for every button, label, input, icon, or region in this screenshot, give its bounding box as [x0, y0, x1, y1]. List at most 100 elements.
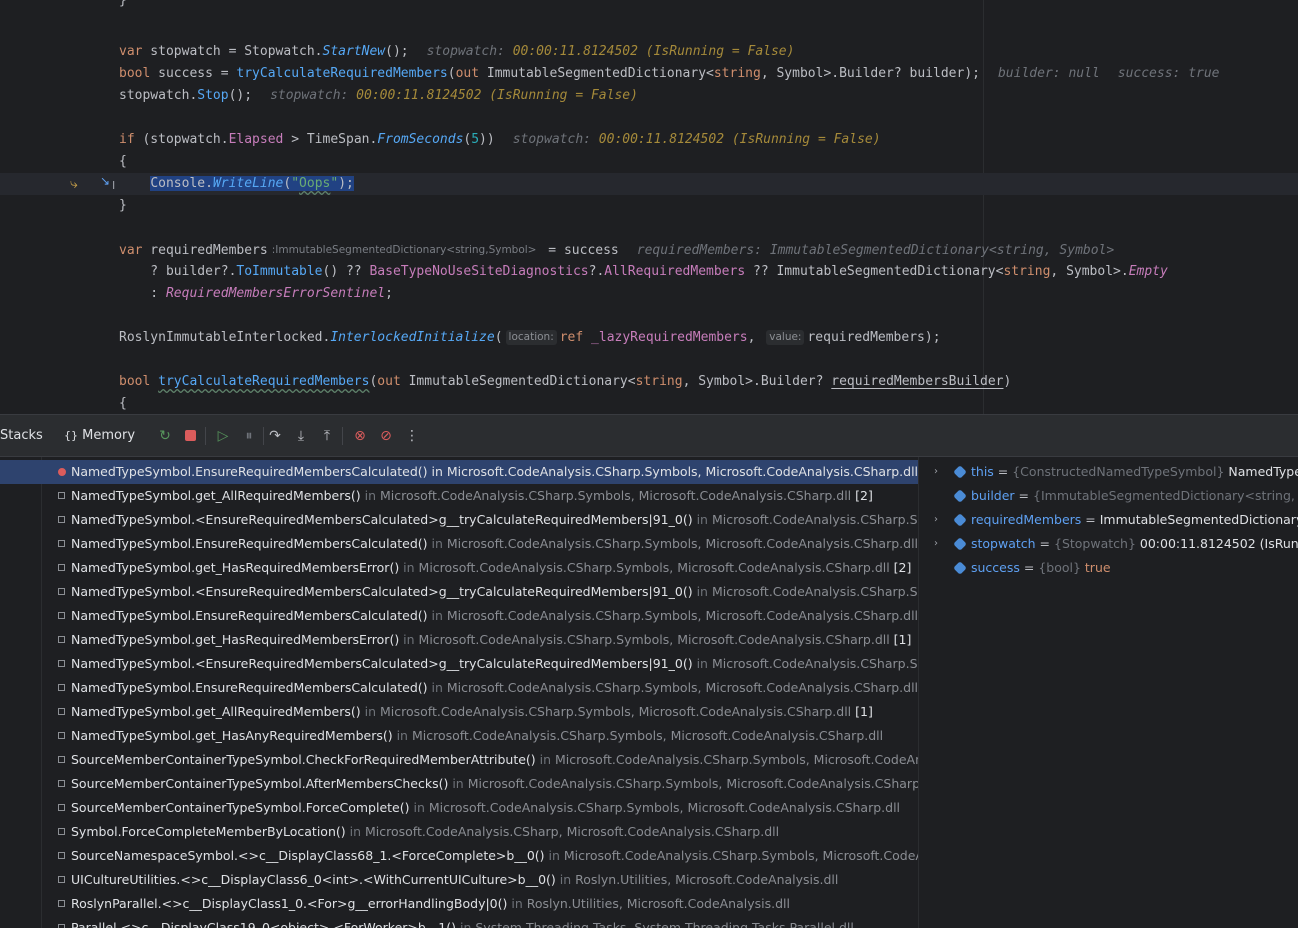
- stack-frame-row[interactable]: SourceMemberContainerTypeSymbol.CheckFor…: [42, 748, 918, 772]
- code-line[interactable]: bool success = tryCalculateRequiredMembe…: [119, 63, 1220, 85]
- stack-frame-row[interactable]: RoslynParallel.<>c__DisplayClass1_0.<For…: [42, 892, 918, 916]
- code-line[interactable]: }: [119, 195, 127, 217]
- frame-count: [1]: [889, 632, 912, 647]
- code-token: out: [455, 66, 480, 81]
- variable-text: this = {ConstructedNamedTypeSymbol} Name…: [971, 460, 1298, 484]
- frame-mod: System.Threading.Tasks, System.Threading…: [475, 920, 854, 928]
- code-line[interactable]: if (stopwatch.Elapsed > TimeSpan.FromSec…: [119, 129, 881, 151]
- stack-frame-row[interactable]: Symbol.ForceCompleteMemberByLocation() i…: [42, 820, 918, 844]
- code-token: Empty: [1128, 264, 1168, 279]
- code-line[interactable]: stopwatch.Stop(); stopwatch: 00:00:11.812…: [119, 85, 638, 107]
- code-token: (stopwatch.: [134, 132, 229, 147]
- chevron-right-icon[interactable]: ›: [934, 508, 938, 532]
- frame-icon: [58, 756, 65, 763]
- variable-type: {ImmutableSegmentedDictionary<string, Sy…: [1033, 488, 1298, 503]
- code-token: null: [1068, 66, 1100, 81]
- stack-frame-row[interactable]: NamedTypeSymbol.EnsureRequiredMembersCal…: [42, 676, 918, 700]
- code-token: ,: [747, 330, 764, 345]
- frame-icon: [58, 780, 65, 787]
- step-over-icon[interactable]: ↷: [265, 426, 285, 446]
- code-line[interactable]: {: [119, 393, 127, 414]
- stop-icon: [184, 430, 196, 441]
- chevron-right-icon[interactable]: ›: [934, 532, 938, 556]
- stack-frame-row[interactable]: Parallel.<>c__DisplayClass19_0<object>.<…: [42, 916, 918, 928]
- stack-frame-row[interactable]: SourceNamespaceSymbol.<>c__DisplayClass6…: [42, 844, 918, 868]
- variable-value: true: [1080, 560, 1111, 575]
- stack-frame-row[interactable]: SourceMemberContainerTypeSymbol.ForceCom…: [42, 796, 918, 820]
- code-token: 00:00:11.8124502 (IsRunning = False): [598, 132, 881, 147]
- code-token: requiredMembersBuilder: [831, 374, 1004, 389]
- stack-frame-row[interactable]: SourceMemberContainerTypeSymbol.AfterMem…: [42, 772, 918, 796]
- code-line[interactable]: var stopwatch = Stopwatch.StartNew(); sto…: [119, 41, 794, 63]
- pause-icon[interactable]: ⏸: [239, 426, 259, 446]
- frame-count: [2]: [851, 488, 873, 503]
- code-line[interactable]: RoslynImmutableInterlocked.InterlockedIn…: [119, 327, 941, 349]
- code-line[interactable]: }: [119, 0, 127, 12]
- frame-text: SourceMemberContainerTypeSymbol.CheckFor…: [71, 748, 918, 772]
- code-line[interactable]: bool tryCalculateRequiredMembers(out Imm…: [119, 371, 1011, 393]
- step-out-icon[interactable]: ⤒: [317, 426, 337, 446]
- frame-text: SourceMemberContainerTypeSymbol.ForceCom…: [71, 796, 900, 820]
- debugger-toolbar: Stacks {} Memory ↻ ▷ ⏸ ↷ ⤓ ⤒ ⊗ ⊘ ⋮: [0, 414, 1298, 457]
- stack-frame-row[interactable]: NamedTypeSymbol.get_HasAnyRequiredMember…: [42, 724, 918, 748]
- variable-row[interactable]: › stopwatch = {Stopwatch} 00:00:11.812450…: [919, 532, 1298, 556]
- code-token: ();: [385, 44, 409, 59]
- stack-frame-row[interactable]: NamedTypeSymbol.get_HasRequiredMembersEr…: [42, 628, 918, 652]
- selected-thread[interactable]: [0, 460, 42, 484]
- frame-mod: Microsoft.CodeAnalysis.CSharp.Symbols, M…: [418, 632, 890, 647]
- code-token: }: [119, 198, 127, 213]
- stack-frame-row[interactable]: NamedTypeSymbol.get_HasRequiredMembersEr…: [42, 556, 918, 580]
- code-token: string: [1003, 264, 1051, 279]
- frame-in: in: [399, 632, 419, 647]
- stack-frame-row[interactable]: NamedTypeSymbol.EnsureRequiredMembersCal…: [42, 532, 918, 556]
- code-token: string: [635, 374, 683, 389]
- frame-name: SourceMemberContainerTypeSymbol.: [71, 776, 306, 791]
- stop-button[interactable]: [180, 426, 200, 446]
- code-line[interactable]: var requiredMembers:ImmutableSegmentedDi…: [119, 239, 1114, 261]
- step-into-button-icon[interactable]: ⤓: [291, 426, 311, 446]
- code-line[interactable]: : RequiredMembersErrorSentinel;: [119, 283, 393, 305]
- code-token: = success: [540, 243, 619, 258]
- step-into-icon[interactable]: ↘: [100, 170, 110, 192]
- frame-method: EnsureRequiredMembersCalculated(): [195, 608, 428, 623]
- code-token: StartNew: [322, 44, 386, 59]
- more-options-icon[interactable]: ⋮: [402, 426, 422, 446]
- chevron-right-icon[interactable]: ›: [934, 460, 938, 484]
- frame-method: get_AllRequiredMembers(): [195, 704, 361, 719]
- frame-icon: [58, 852, 65, 859]
- code-editor[interactable]: ⤷ ↘ I } var stopwatch = Stopwatch.StartNe…: [0, 0, 1298, 414]
- variable-row[interactable]: builder = {ImmutableSegmentedDictionary<…: [919, 484, 1298, 508]
- stack-frame-row[interactable]: NamedTypeSymbol.get_AllRequiredMembers()…: [42, 700, 918, 724]
- toolbar-separator: [342, 427, 343, 445]
- rerun-icon[interactable]: ↻: [155, 426, 175, 446]
- frame-mod: Microsoft.CodeAnalysis.CSharp.Symbols, M…: [711, 656, 918, 671]
- frame-text: NamedTypeSymbol.get_HasAnyRequiredMember…: [71, 724, 883, 748]
- stack-frame-row[interactable]: NamedTypeSymbol.<EnsureRequiredMembersCa…: [42, 652, 918, 676]
- frame-method: <ForWorker>b__1(): [333, 920, 457, 928]
- variable-value: NamedTypeSymbol: [1228, 464, 1298, 479]
- mute-breakpoints-icon[interactable]: ⊘: [376, 426, 396, 446]
- variable-row[interactable]: success = {bool} true: [919, 556, 1298, 580]
- code-token: requiredMembers: [142, 243, 268, 258]
- view-breakpoints-icon[interactable]: ⊗: [350, 426, 370, 446]
- stack-frame-row[interactable]: NamedTypeSymbol.get_AllRequiredMembers()…: [42, 484, 918, 508]
- resume-icon[interactable]: ▷: [213, 426, 233, 446]
- stack-frame-row[interactable]: UICultureUtilities.<>c__DisplayClass6_0<…: [42, 868, 918, 892]
- stack-frame-row[interactable]: NamedTypeSymbol.<EnsureRequiredMembersCa…: [42, 580, 918, 604]
- frame-mod: Microsoft.CodeAnalysis.CSharp.Symbols, M…: [446, 608, 918, 623]
- stack-frame-row[interactable]: NamedTypeSymbol.<EnsureRequiredMembersCa…: [42, 508, 918, 532]
- code-line[interactable]: {: [119, 151, 127, 173]
- stack-frame-row[interactable]: NamedTypeSymbol.EnsureRequiredMembersCal…: [42, 604, 918, 628]
- threads-column[interactable]: [0, 457, 42, 928]
- tab-stacks[interactable]: Stacks: [0, 415, 43, 457]
- variable-row[interactable]: › requiredMembers = ImmutableSegmentedDic…: [919, 508, 1298, 532]
- execution-point-arrow-icon[interactable]: ⤷: [70, 173, 78, 195]
- code-line[interactable]: Console.WriteLine("Oops");: [119, 173, 354, 195]
- tab-memory[interactable]: {} Memory: [64, 415, 135, 457]
- code-token: InterlockedInitialize: [330, 330, 495, 345]
- stack-frame-row[interactable]: NamedTypeSymbol.EnsureRequiredMembersCal…: [42, 460, 918, 484]
- variable-row[interactable]: › this = {ConstructedNamedTypeSymbol} Nam…: [919, 460, 1298, 484]
- code-line[interactable]: ? builder?.ToImmutable() ?? BaseTypeNoUs…: [119, 261, 1168, 283]
- code-token: builder:: [997, 66, 1069, 81]
